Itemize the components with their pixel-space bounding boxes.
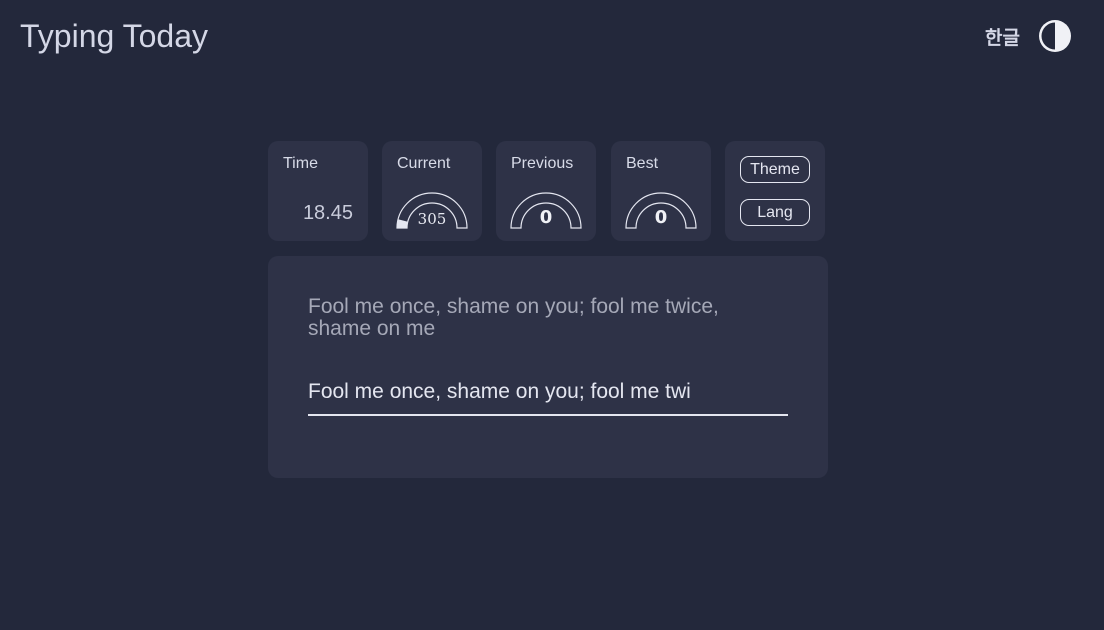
controls-card: Theme Lang (725, 141, 825, 241)
current-speed-card: Current 305 (382, 141, 482, 241)
stats-row: Time 18.45 Current 305 Previous 0 Best 0… (268, 141, 828, 241)
best-speed-gauge: 0 (625, 192, 697, 229)
previous-speed-gauge: 0 (510, 192, 582, 229)
previous-value: 0 (540, 207, 553, 228)
time-value: 18.45 (302, 202, 353, 224)
theme-contrast-icon[interactable] (1037, 18, 1073, 54)
language-toggle[interactable]: 한글 (985, 23, 1020, 50)
typing-card: Fool me once, shame on you; fool me twic… (268, 256, 828, 478)
previous-speed-card: Previous 0 (496, 141, 596, 241)
best-speed-card: Best 0 (611, 141, 711, 241)
best-label: Best (626, 155, 659, 172)
best-value: 0 (655, 207, 668, 228)
prompt-sentence: Fool me once, shame on you; fool me twic… (308, 295, 719, 340)
theme-button[interactable]: Theme (740, 156, 810, 183)
lang-button[interactable]: Lang (740, 199, 810, 226)
current-label: Current (397, 155, 451, 172)
time-label: Time (283, 155, 318, 172)
time-card: Time 18.45 (268, 141, 368, 241)
previous-label: Previous (511, 155, 574, 172)
current-value: 305 (418, 210, 447, 228)
app-title: Typing Today (20, 18, 208, 54)
current-speed-gauge: 305 (396, 192, 468, 229)
current-gauge-fill (397, 219, 408, 228)
typing-input[interactable] (308, 370, 788, 416)
